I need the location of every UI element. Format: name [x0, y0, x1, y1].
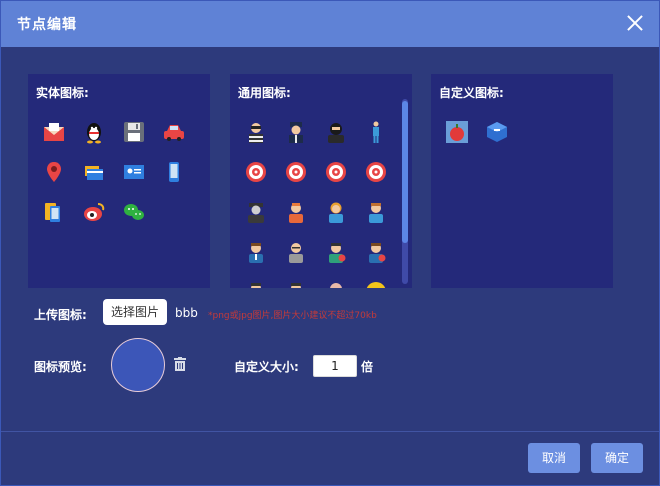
common-icon-grid [236, 112, 406, 288]
common-icon-item[interactable] [356, 272, 396, 288]
upload-icon-label: 上传图标: [34, 308, 87, 322]
custom-icon-item[interactable] [437, 112, 477, 152]
woman-badge-1-icon [329, 243, 346, 263]
envelope-icon [44, 123, 64, 141]
entity-icon-item[interactable] [74, 152, 114, 192]
icon-preview-label: 图标预览: [34, 360, 87, 374]
man-badge-2-icon [369, 243, 386, 263]
bank-card-icon [85, 166, 103, 180]
common-icon-item[interactable] [316, 152, 356, 192]
common-icon-item[interactable] [276, 232, 316, 272]
devices-icon [45, 203, 60, 222]
node-edit-dialog: 节点编辑 实体图标: 通用图标: 自定义图标: 上传图标: 选择图片 bbb *… [0, 0, 660, 486]
mobile-phone-icon [169, 162, 179, 182]
common-icon-item[interactable] [236, 272, 276, 288]
common-icon-item[interactable] [316, 272, 356, 288]
custom-size-label: 自定义大小: [234, 360, 299, 374]
man-suit-icon [249, 243, 263, 263]
custom-icon-item[interactable] [477, 112, 517, 152]
wechat-icon [124, 204, 144, 220]
red-apple-icon [446, 121, 468, 143]
floppy-disk-icon [124, 122, 144, 142]
common-icon-item[interactable] [276, 152, 316, 192]
common-icon-item[interactable] [316, 192, 356, 232]
entity-icons-title: 实体图标: [36, 86, 89, 100]
blue-cube-icon [487, 122, 507, 142]
common-icon-item[interactable] [356, 192, 396, 232]
target-icon [286, 162, 306, 182]
icon-preview-circle [111, 338, 165, 392]
common-icon-item[interactable] [236, 192, 276, 232]
dialog-title: 节点编辑 [17, 17, 77, 33]
upload-hint: *png或jpg图片,图片大小建议不超过70kb [208, 311, 377, 321]
entity-icons-panel: 实体图标: [28, 74, 210, 288]
entity-icon-grid [34, 112, 204, 232]
qq-penguin-icon [87, 123, 101, 144]
entity-icon-item[interactable] [154, 152, 194, 192]
entity-icon-item[interactable] [34, 192, 74, 232]
smiley-face-icon [366, 282, 386, 288]
car-icon [164, 125, 184, 141]
footer-divider [1, 431, 659, 432]
entity-icon-item[interactable] [34, 112, 74, 152]
target-icon [326, 162, 346, 182]
scrollbar-thumb[interactable] [402, 101, 408, 243]
police-officer-icon [289, 122, 303, 143]
common-icon-item[interactable] [236, 152, 276, 192]
upload-filename: bbb [175, 306, 198, 320]
common-icon-item[interactable] [276, 112, 316, 152]
size-unit: 倍 [361, 360, 374, 374]
boy-user-icon [369, 203, 383, 223]
spy-icon [248, 203, 264, 223]
common-icon-item[interactable] [236, 112, 276, 152]
trash-icon[interactable] [174, 357, 186, 371]
target-icon [366, 162, 386, 182]
entity-icon-item[interactable] [114, 112, 154, 152]
entity-icon-item[interactable] [34, 152, 74, 192]
woman-badge-3-icon [251, 283, 261, 288]
entity-icon-item[interactable] [114, 152, 154, 192]
common-icon-item[interactable] [356, 112, 396, 152]
standing-person-icon [373, 121, 379, 143]
male-user-icon [289, 203, 303, 223]
cancel-button[interactable]: 取消 [528, 443, 580, 473]
choose-image-button[interactable]: 选择图片 [103, 299, 167, 325]
custom-icons-title: 自定义图标: [439, 86, 504, 100]
custom-icon-grid [437, 112, 607, 152]
common-icon-item[interactable] [276, 192, 316, 232]
entity-icon-item[interactable] [154, 112, 194, 152]
female-user-icon [329, 202, 343, 223]
common-icon-item[interactable] [356, 152, 396, 192]
common-icon-item[interactable] [236, 232, 276, 272]
id-card-icon [124, 165, 144, 179]
woman-badge-4-icon [291, 283, 301, 288]
entity-icon-item[interactable] [114, 192, 154, 232]
weibo-icon [84, 203, 105, 221]
custom-size-input[interactable]: 1 [313, 355, 357, 377]
common-icon-item[interactable] [276, 272, 316, 288]
common-icons-scrollbar[interactable] [402, 99, 408, 284]
custom-icons-panel: 自定义图标: [431, 74, 613, 288]
close-icon[interactable] [625, 13, 645, 33]
dialog-titlebar: 节点编辑 [1, 1, 659, 47]
confirm-button[interactable]: 确定 [591, 443, 643, 473]
common-icon-item[interactable] [316, 112, 356, 152]
common-icon-item[interactable] [316, 232, 356, 272]
common-icon-item[interactable] [356, 232, 396, 272]
common-icons-panel: 通用图标: [230, 74, 412, 288]
common-icons-title: 通用图标: [238, 86, 291, 100]
bald-person-icon [330, 283, 342, 288]
thief-icon [249, 123, 263, 143]
entity-icon-item[interactable] [74, 112, 114, 152]
man-glasses-icon [289, 243, 303, 263]
entity-icon-item[interactable] [74, 192, 114, 232]
location-pin-icon [47, 162, 61, 182]
target-icon [246, 162, 266, 182]
masked-person-icon [328, 123, 344, 143]
